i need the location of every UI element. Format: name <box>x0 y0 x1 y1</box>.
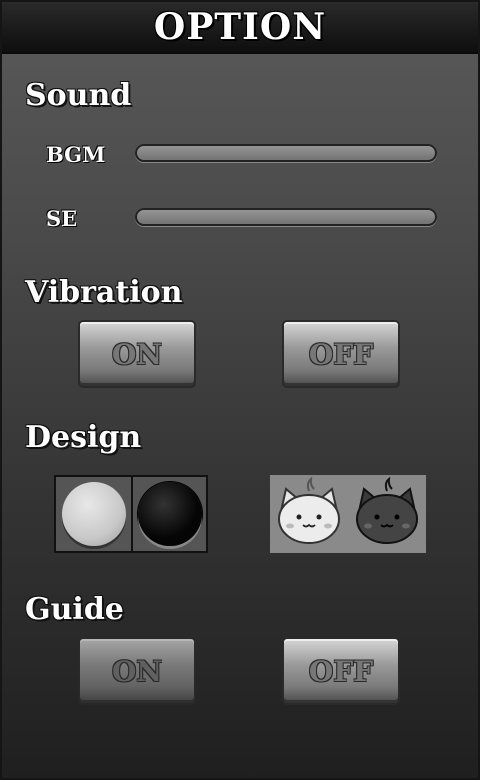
black-stone-cell <box>131 477 206 551</box>
black-cat-cell <box>348 475 426 553</box>
se-slider[interactable] <box>135 208 437 226</box>
screen-frame <box>0 0 480 780</box>
vibration-on-label: ON <box>112 337 162 371</box>
vibration-off-label: OFF <box>308 337 374 371</box>
vibration-off-button[interactable]: OFF <box>282 320 400 388</box>
black-cat-icon <box>356 477 418 544</box>
bgm-slider[interactable] <box>135 144 437 162</box>
guide-off-button[interactable]: OFF <box>282 637 400 705</box>
vibration-on-button[interactable]: ON <box>78 320 196 388</box>
white-stone-icon <box>61 482 126 546</box>
vibration-heading: Vibration <box>25 275 183 310</box>
white-cat-icon <box>278 477 340 544</box>
bgm-label: BGM <box>46 142 106 167</box>
white-cat-cell <box>270 475 348 553</box>
design-option-cats[interactable] <box>270 475 426 553</box>
black-stone-icon <box>137 482 202 546</box>
guide-on-label: ON <box>112 654 162 688</box>
design-heading: Design <box>25 420 142 455</box>
guide-off-label: OFF <box>308 654 374 688</box>
guide-heading: Guide <box>25 592 124 627</box>
header-bar: OPTION <box>2 2 478 54</box>
guide-on-button[interactable]: ON <box>78 637 196 705</box>
white-stone-cell <box>56 477 131 551</box>
sound-heading: Sound <box>25 78 132 113</box>
page-title: OPTION <box>153 6 327 48</box>
se-label: SE <box>46 206 78 231</box>
design-option-stones[interactable] <box>54 475 208 553</box>
